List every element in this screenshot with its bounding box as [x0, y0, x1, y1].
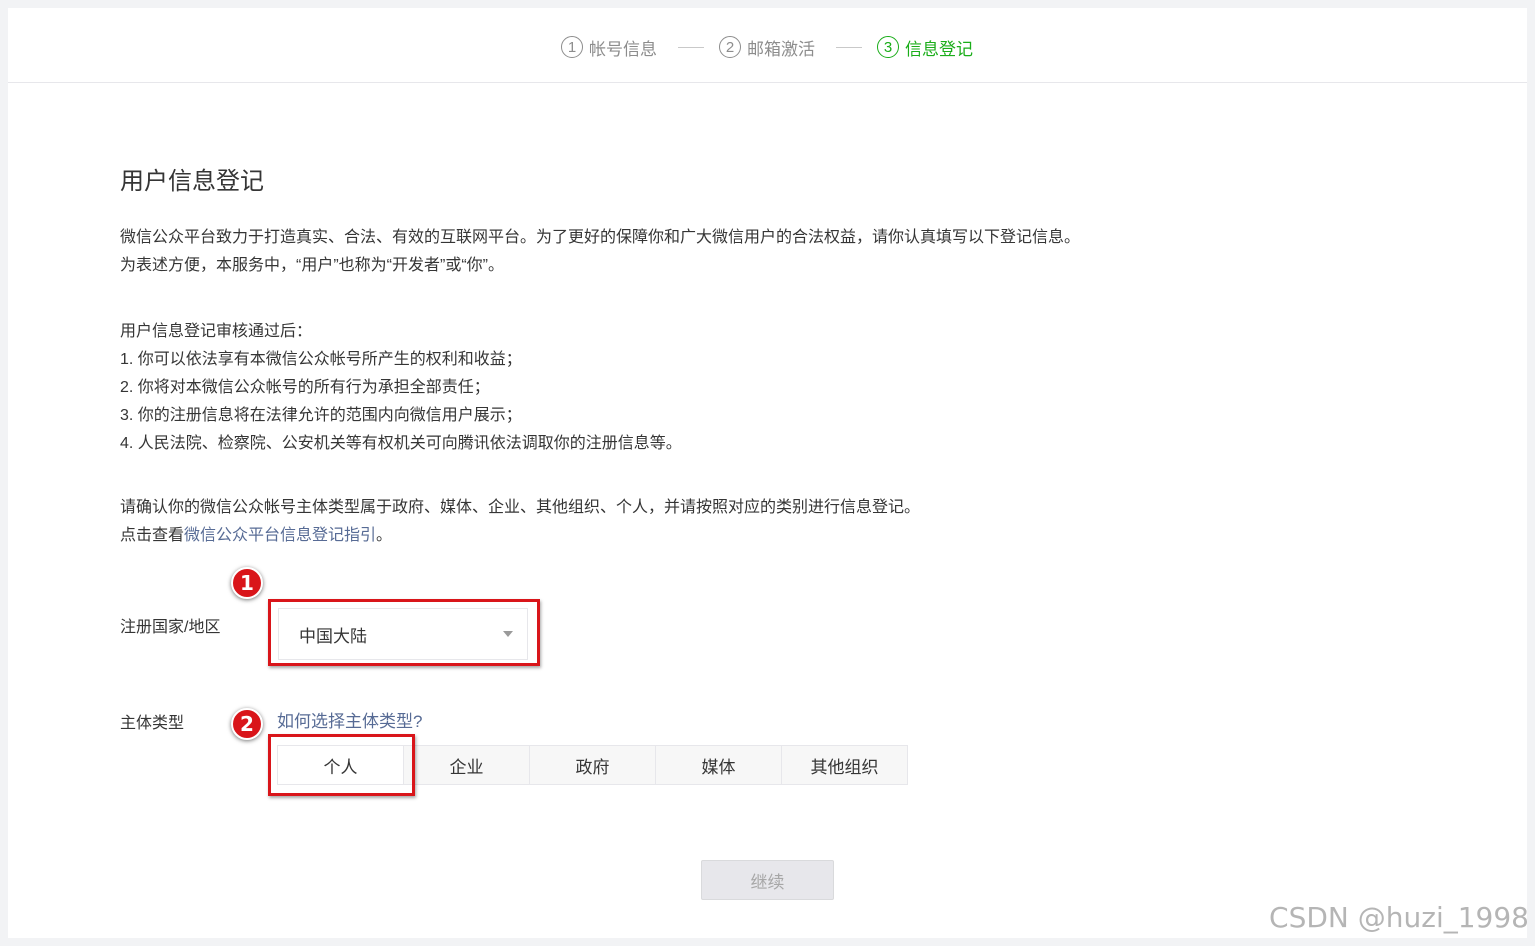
step-connector	[678, 47, 704, 48]
registration-card: 1 帐号信息 2 邮箱激活 3 信息登记 用户信息登记 微信公众平台致力于打造真…	[8, 8, 1527, 938]
step-number: 2	[719, 36, 741, 58]
intro-text: 微信公众平台致力于打造真实、合法、有效的互联网平台。为了更好的保障你和广大微信用…	[120, 224, 1080, 280]
step-info-registration: 3 信息登记	[877, 33, 973, 61]
step-label: 帐号信息	[589, 39, 657, 59]
review-item: 1. 你可以依法享有本微信公众帐号所产生的权利和收益；	[120, 351, 522, 368]
subject-type-media[interactable]: 媒体	[655, 745, 782, 785]
guide-line: 点击查看微信公众平台信息登记指引。	[120, 522, 920, 550]
step-label: 信息登记	[905, 39, 973, 59]
review-terms: 用户信息登记审核通过后： 1. 你可以依法享有本微信公众帐号所产生的权利和收益；…	[120, 318, 682, 458]
intro-line: 微信公众平台致力于打造真实、合法、有效的互联网平台。为了更好的保障你和广大微信用…	[120, 229, 1081, 246]
watermark: CSDN @huzi_1998	[1269, 901, 1529, 934]
review-item: 3. 你的注册信息将在法律允许的范围内向微信用户展示；	[120, 407, 522, 424]
review-heading: 用户信息登记审核通过后：	[120, 323, 313, 340]
step-connector	[836, 47, 862, 48]
step-number: 1	[561, 36, 583, 58]
guide-suffix: 。	[376, 527, 393, 544]
annotation-box-subject	[268, 734, 415, 796]
annotation-badge: 1	[231, 567, 263, 599]
guide-link[interactable]: 微信公众平台信息登记指引	[184, 527, 376, 544]
continue-button[interactable]: 继续	[701, 860, 834, 900]
confirm-text-block: 请确认你的微信公众帐号主体类型属于政府、媒体、企业、其他组织、个人，并请按照对应…	[120, 494, 920, 550]
country-label: 注册国家/地区	[120, 619, 221, 636]
guide-prefix: 点击查看	[120, 527, 185, 544]
subject-type-help-link[interactable]: 如何选择主体类型?	[277, 707, 422, 732]
subject-type-government[interactable]: 政府	[529, 745, 656, 785]
intro-line: 为表述方便，本服务中，“用户”也称为“开发者”或“你”。	[120, 257, 504, 274]
confirm-text: 请确认你的微信公众帐号主体类型属于政府、媒体、企业、其他组织、个人，并请按照对应…	[120, 499, 921, 516]
step-indicator: 1 帐号信息 2 邮箱激活 3 信息登记	[8, 8, 1527, 83]
subject-type-other-org[interactable]: 其他组织	[781, 745, 908, 785]
annotation-box-country	[268, 599, 540, 666]
review-item: 4. 人民法院、检察院、公安机关等有权机关可向腾讯依法调取你的注册信息等。	[120, 435, 682, 452]
step-label: 邮箱激活	[747, 39, 815, 59]
step-number: 3	[877, 36, 899, 58]
step-account-info: 1 帐号信息	[561, 33, 657, 61]
subject-type-enterprise[interactable]: 企业	[403, 745, 530, 785]
subject-type-label: 主体类型	[120, 715, 185, 732]
step-email-activation: 2 邮箱激活	[719, 33, 815, 61]
page-title: 用户信息登记	[120, 168, 264, 195]
annotation-badge: 2	[231, 708, 263, 740]
review-item: 2. 你将对本微信公众帐号的所有行为承担全部责任；	[120, 379, 490, 396]
